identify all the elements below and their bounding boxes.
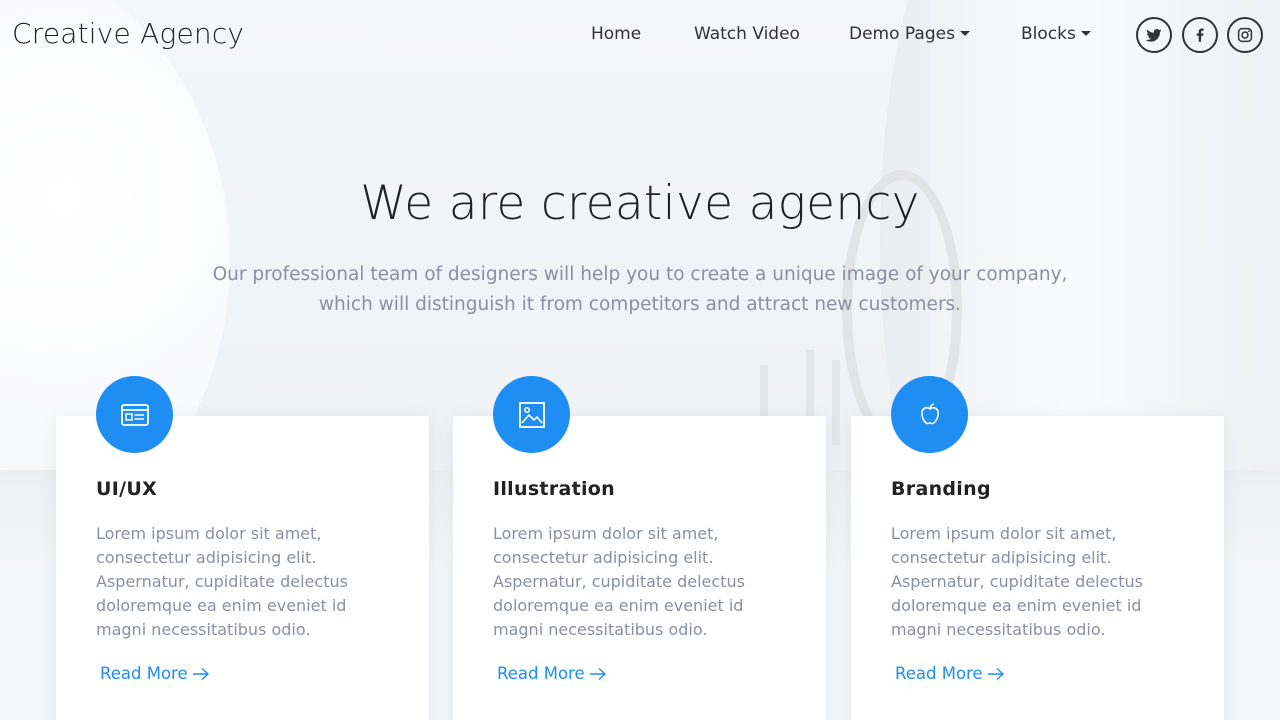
hero-subtitle: Our professional team of designers will … bbox=[190, 260, 1090, 320]
hero-title: We are creative agency bbox=[360, 176, 920, 231]
arrow-right-icon bbox=[192, 667, 209, 680]
read-more-link[interactable]: Read More bbox=[895, 664, 1005, 683]
nav-item-blocks[interactable]: Blocks bbox=[1021, 24, 1091, 44]
card-title: Branding bbox=[891, 478, 991, 500]
arrow-right-icon bbox=[987, 667, 1004, 680]
nav-item-demo-pages-label: Demo Pages bbox=[849, 24, 955, 44]
service-card-branding: Branding Lorem ipsum dolor sit amet, con… bbox=[851, 376, 1224, 720]
read-more-label: Read More bbox=[895, 664, 983, 683]
read-more-link[interactable]: Read More bbox=[497, 664, 607, 683]
twitter-button[interactable] bbox=[1136, 17, 1172, 53]
read-more-link[interactable]: Read More bbox=[100, 664, 210, 683]
read-more-label: Read More bbox=[497, 664, 585, 683]
browser-window-icon bbox=[120, 403, 149, 426]
caret-down-icon bbox=[959, 31, 970, 36]
facebook-icon bbox=[1196, 28, 1204, 42]
service-card-illustration: Illustration Lorem ipsum dolor sit amet,… bbox=[453, 376, 826, 720]
page: Creative Agency Home Watch Video Demo Pa… bbox=[0, 0, 1280, 720]
instagram-icon bbox=[1237, 27, 1253, 43]
image-icon bbox=[518, 401, 545, 428]
navbar: Creative Agency Home Watch Video Demo Pa… bbox=[0, 0, 1280, 70]
card-icon-badge bbox=[891, 376, 968, 453]
card-text: Lorem ipsum dolor sit amet, consectetur … bbox=[493, 524, 745, 639]
card-icon-badge bbox=[96, 376, 173, 453]
card-icon-badge bbox=[493, 376, 570, 453]
nav-item-demo-pages[interactable]: Demo Pages bbox=[849, 24, 970, 44]
twitter-icon bbox=[1145, 28, 1162, 42]
caret-down-icon bbox=[1080, 31, 1091, 36]
arrow-right-icon bbox=[589, 667, 606, 680]
card-text: Lorem ipsum dolor sit amet, consectetur … bbox=[96, 524, 348, 639]
nav-item-blocks-label: Blocks bbox=[1021, 24, 1076, 44]
nav-item-home[interactable]: Home bbox=[591, 24, 641, 44]
apple-icon bbox=[920, 402, 939, 424]
hero-subtitle-line-1: Our professional team of designers will … bbox=[212, 264, 1068, 285]
hero-subtitle-line-2: which will distinguish it from competito… bbox=[318, 294, 962, 315]
card-title: Illustration bbox=[493, 478, 615, 500]
instagram-button[interactable] bbox=[1227, 17, 1263, 53]
brand-logo[interactable]: Creative Agency bbox=[12, 17, 244, 50]
facebook-button[interactable] bbox=[1182, 17, 1218, 53]
card-text: Lorem ipsum dolor sit amet, consectetur … bbox=[891, 524, 1143, 639]
nav-item-watch-video[interactable]: Watch Video bbox=[694, 24, 800, 44]
service-card-uiux: UI/UX Lorem ipsum dolor sit amet, consec… bbox=[56, 376, 429, 720]
read-more-label: Read More bbox=[100, 664, 188, 683]
card-title: UI/UX bbox=[96, 478, 158, 500]
